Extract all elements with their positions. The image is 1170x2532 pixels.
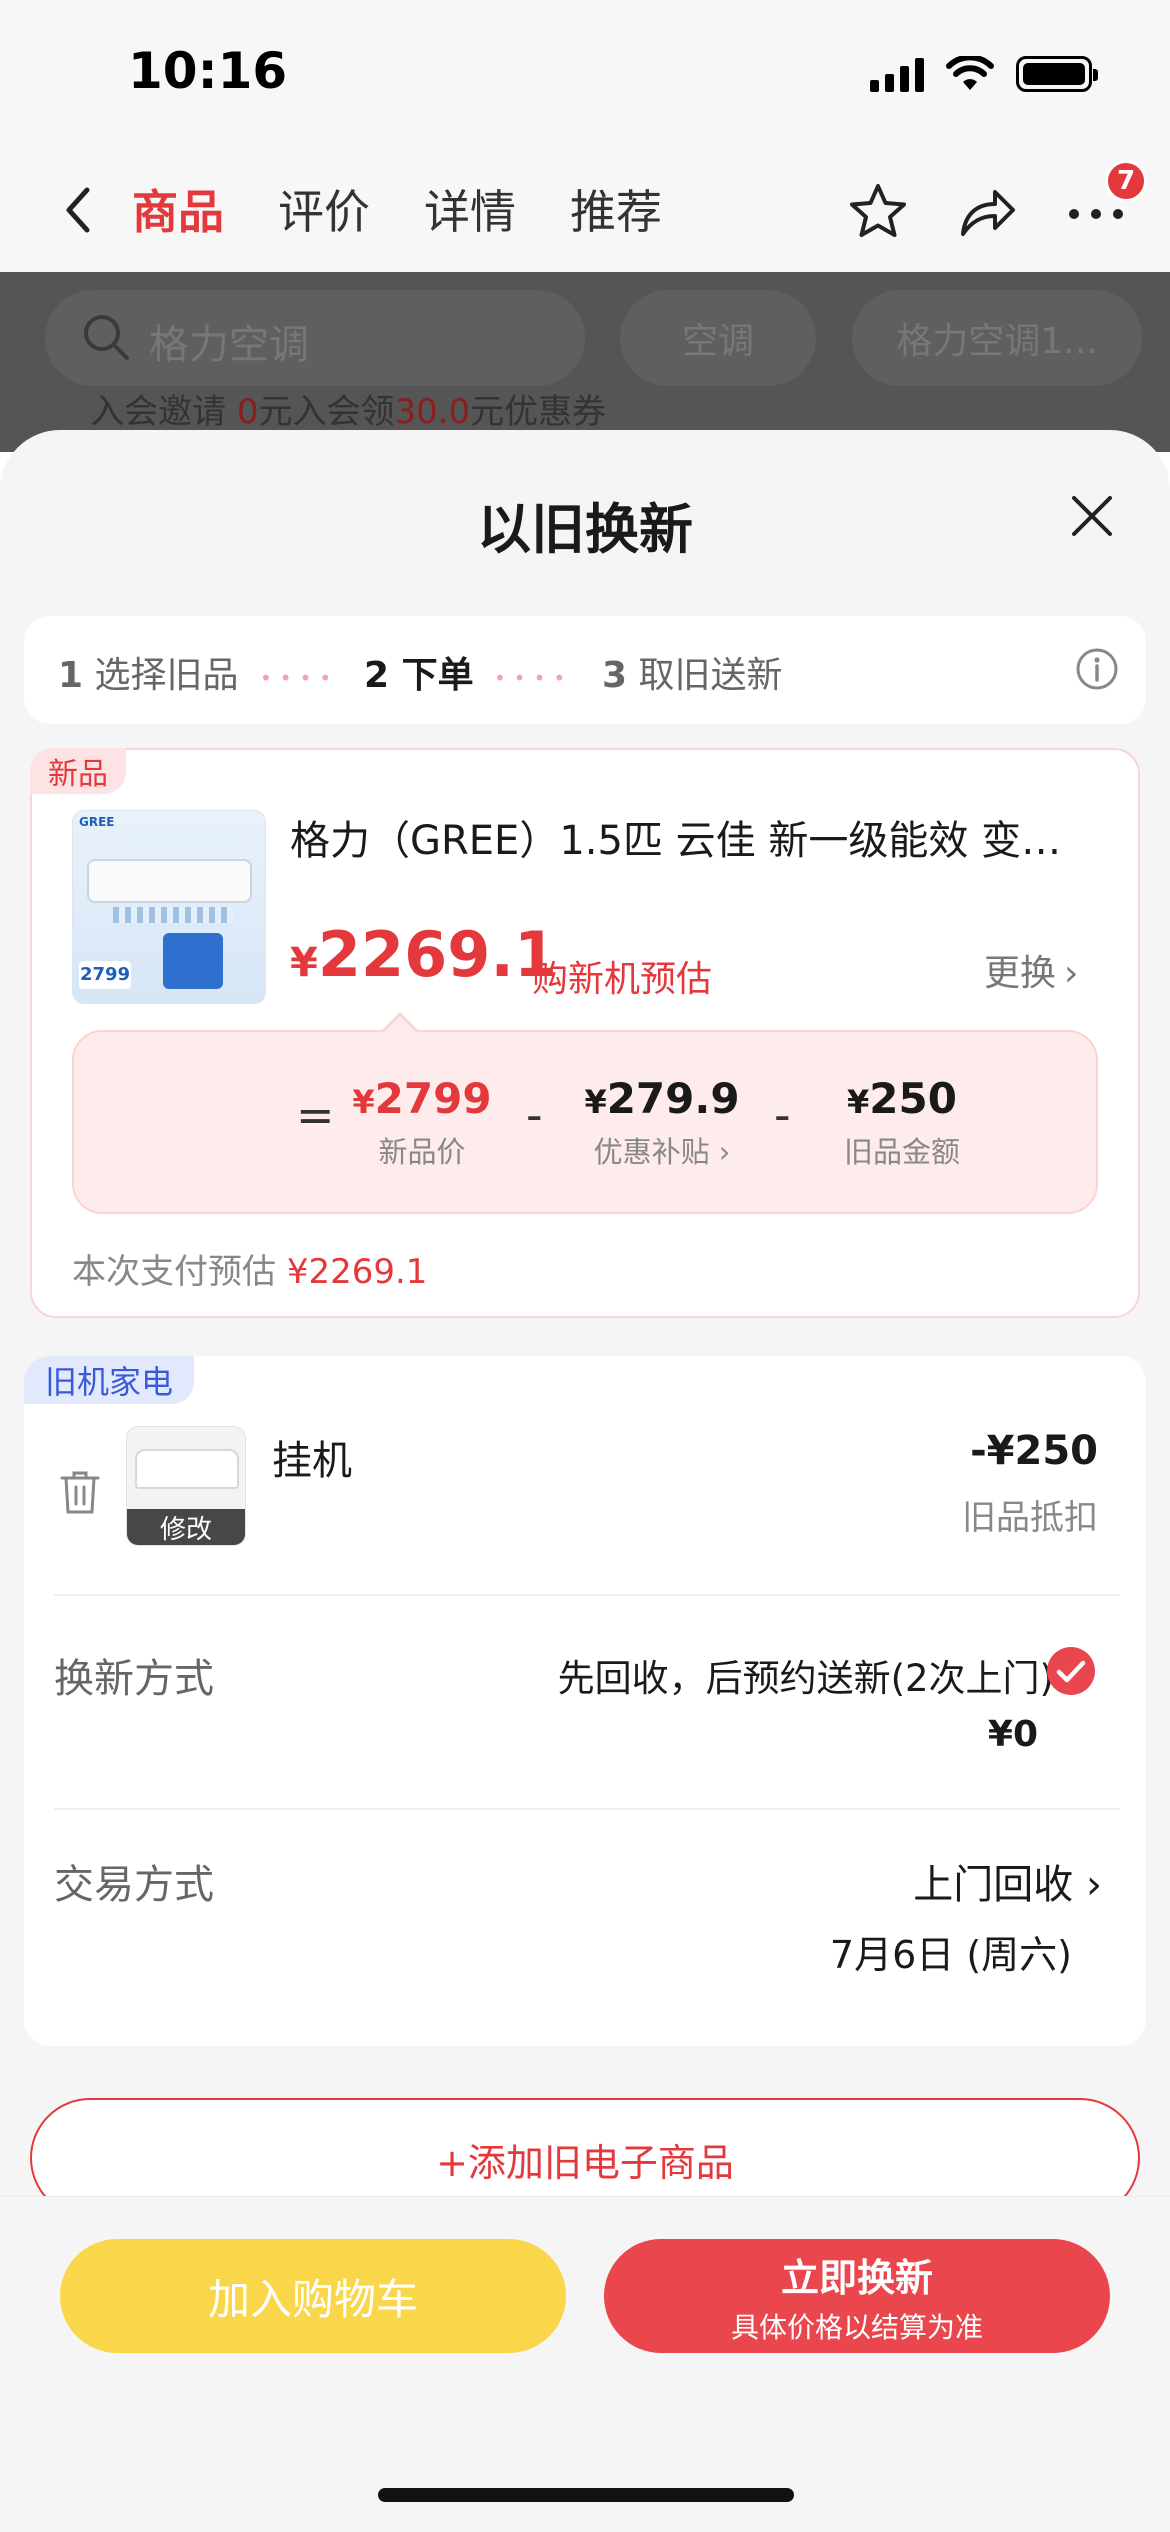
status-icons (870, 56, 1098, 92)
product-price: ¥2269.1 (290, 918, 558, 991)
tab-reviews[interactable]: 评价 (278, 176, 370, 242)
old-appliance-tag: 旧机家电 (24, 1356, 194, 1404)
chevron-right-icon: › (1064, 953, 1079, 994)
step-pickup-deliver: 3 取旧送新 (602, 655, 783, 696)
close-icon[interactable] (1066, 490, 1118, 542)
tab-recommend[interactable]: 推荐 (570, 176, 662, 242)
info-icon[interactable] (1074, 646, 1120, 692)
add-to-cart-button[interactable]: 加入购物车 (60, 2239, 566, 2353)
price-breakdown: = ¥2799 新品价 - ¥279.9 优惠补贴 › - ¥250 旧品金额 (72, 1012, 1098, 1214)
search-placeholder: 格力空调 (149, 322, 309, 368)
search-bar: 格力空调 (45, 290, 585, 386)
nav-header: 商品 评价 详情 推荐 7 (0, 150, 1170, 272)
product-image[interactable]: GREE 2799 (72, 810, 266, 1004)
sheet-title: 以旧换新 (477, 498, 693, 561)
old-appliance-card: 旧机家电 修改 挂机 -¥250 旧品抵扣 换新方式 先回收，后预约送新(2次上… (24, 1356, 1146, 2046)
tab-details[interactable]: 详情 (424, 176, 516, 242)
star-icon[interactable] (846, 180, 910, 244)
cellular-signal-icon (870, 56, 924, 92)
change-product-button[interactable]: 更换 › (984, 944, 1078, 996)
exchange-method-price: ¥0 (987, 1714, 1038, 1755)
step-select-old: 1 选择旧品 (58, 655, 239, 696)
step-separator: •••• (494, 666, 574, 690)
old-item-deduction-label: 旧品抵扣 (962, 1498, 1098, 1538)
air-conditioner-icon (87, 859, 252, 903)
step-separator: •••• (260, 666, 340, 690)
air-conditioner-icon (135, 1449, 239, 1489)
tab-product[interactable]: 商品 (132, 176, 224, 242)
search-chip: 格力空调1... (852, 290, 1142, 386)
status-time: 10:16 (128, 42, 288, 100)
product-image-brand: GREE (79, 815, 115, 829)
new-price-item: ¥2799 新品价 (352, 1074, 492, 1169)
bottom-action-bar: 加入购物车 立即换新 具体价格以结算为准 (0, 2196, 1170, 2532)
product-image-price: 2799 (79, 961, 131, 989)
old-item-deduction: -¥250 (970, 1428, 1098, 1474)
old-item-image[interactable]: 修改 (126, 1426, 246, 1546)
search-chip: 空调 (620, 290, 816, 386)
price-note: 购新机预估 (532, 959, 713, 1000)
check-icon[interactable] (1046, 1646, 1096, 1696)
payment-estimate: 本次支付预估 ¥2269.1 (72, 1252, 428, 1292)
new-product-card: 新品 GREE 2799 格力（GREE）1.5匹 云佳 新一级能效 变频冷暖 … (30, 748, 1140, 1318)
trade-method-label: 交易方式 (54, 1862, 214, 1908)
new-tag: 新品 (30, 748, 126, 794)
trade-in-sheet: 以旧换新 1 选择旧品 •••• 2 下单 •••• 3 取旧送新 新品 GRE… (0, 430, 1170, 2532)
wifi-icon (946, 56, 994, 90)
notification-badge: 7 (1105, 160, 1147, 202)
divider (54, 1808, 1120, 1810)
product-name[interactable]: 格力（GREE）1.5匹 云佳 新一级能效 变频冷暖 自清洁 壁挂式空调挂机 (290, 808, 1090, 866)
trade-method-value[interactable]: 上门回收 › (913, 1852, 1102, 1910)
trade-in-now-button[interactable]: 立即换新 具体价格以结算为准 (604, 2239, 1110, 2353)
edit-old-item-button[interactable]: 修改 (127, 1509, 245, 1545)
battery-icon (1016, 56, 1098, 92)
back-icon[interactable] (55, 180, 105, 240)
old-item-name: 挂机 (272, 1438, 352, 1484)
discount-item[interactable]: ¥279.9 优惠补贴 › (562, 1074, 762, 1171)
home-indicator[interactable] (378, 2488, 794, 2502)
status-bar: 10:16 (0, 0, 1170, 150)
exchange-method-label: 换新方式 (54, 1656, 214, 1702)
dimmed-background[interactable]: 格力空调 空调 格力空调1... 入会邀请 0元入会领30.0元优惠券 (0, 272, 1170, 452)
exchange-method-value[interactable]: 先回收，后预约送新(2次上门) (558, 1648, 1054, 1702)
pickup-date[interactable]: 7月6日 (周六) (830, 1924, 1072, 1979)
search-icon (84, 315, 129, 360)
step-order: 2 下单 (364, 655, 474, 696)
share-icon[interactable] (955, 180, 1019, 244)
steps-bar: 1 选择旧品 •••• 2 下单 •••• 3 取旧送新 (24, 616, 1146, 724)
divider (54, 1594, 1120, 1596)
trash-icon[interactable] (58, 1468, 102, 1516)
trade-in-value-item: ¥250 旧品金额 (843, 1074, 960, 1169)
membership-banner: 入会邀请 0元入会领30.0元优惠券 (90, 392, 607, 432)
